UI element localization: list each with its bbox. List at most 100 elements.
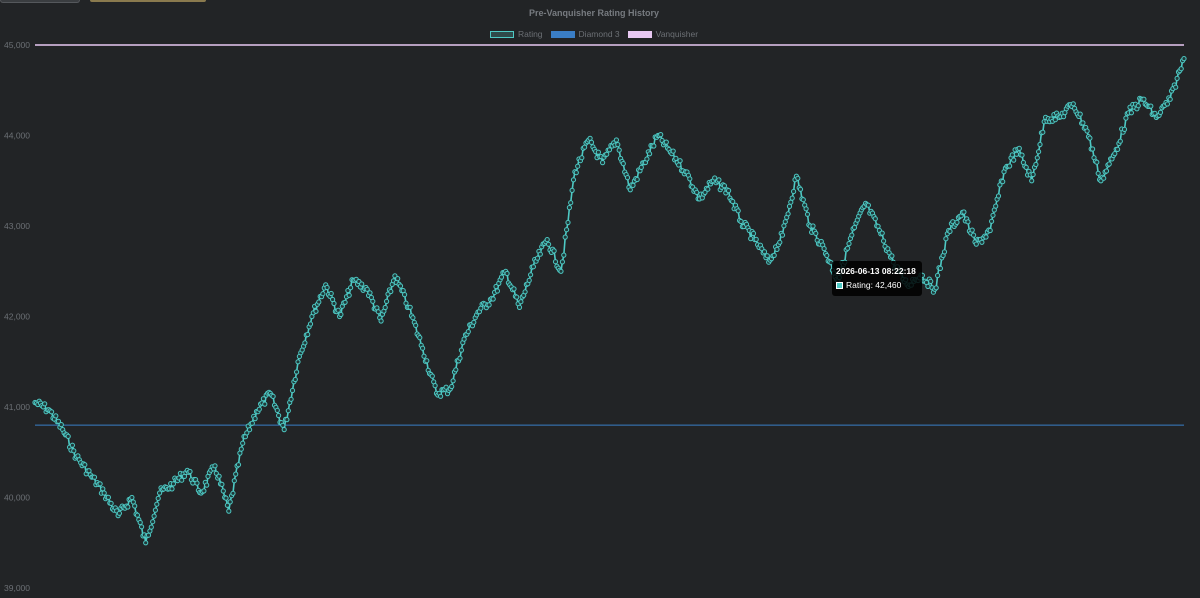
rating-point xyxy=(990,212,996,218)
rating-point xyxy=(134,512,140,518)
rating-point xyxy=(565,219,571,226)
rating-point xyxy=(457,355,463,361)
rating-point xyxy=(179,477,185,483)
rating-point xyxy=(813,230,819,236)
rating-point xyxy=(139,524,145,530)
rating-point xyxy=(943,236,949,242)
rating-point xyxy=(1094,159,1100,165)
rating-point xyxy=(420,345,426,351)
rating-point xyxy=(335,307,341,313)
rating-point xyxy=(606,147,613,153)
rating-point xyxy=(872,216,878,222)
rating-point xyxy=(91,474,98,480)
rating-point xyxy=(726,188,732,194)
rating-point xyxy=(624,175,631,181)
tooltip-row: Rating: 42,460 xyxy=(836,278,916,292)
rating-point xyxy=(169,486,175,492)
rating-point xyxy=(595,149,602,155)
rating-point xyxy=(313,308,319,314)
rating-point xyxy=(800,197,806,203)
rating-point xyxy=(288,396,294,402)
rating-point xyxy=(274,407,280,413)
rating-point xyxy=(1011,157,1017,163)
reference-lines xyxy=(35,44,1184,426)
rating-point xyxy=(748,236,754,242)
rating-point xyxy=(42,401,48,407)
rating-point xyxy=(561,252,567,258)
rating-point xyxy=(1007,163,1013,169)
rating-point xyxy=(129,494,135,501)
rating-point xyxy=(1000,179,1006,185)
rating-point xyxy=(1121,126,1128,132)
rating-point xyxy=(233,471,239,477)
rating-point xyxy=(132,503,138,509)
rating-point xyxy=(471,319,477,325)
rating-point xyxy=(1030,171,1036,178)
rating-point xyxy=(216,473,222,479)
rating-point xyxy=(125,504,131,510)
rating-point xyxy=(514,294,520,300)
rating-point xyxy=(797,186,804,192)
rating-point xyxy=(750,230,757,237)
rating-point xyxy=(600,160,606,166)
rating-point xyxy=(1112,151,1118,157)
rating-point xyxy=(786,203,793,209)
rating-point xyxy=(407,304,413,310)
rating-point xyxy=(395,276,401,282)
rating-point xyxy=(212,463,218,469)
rating-series[interactable] xyxy=(32,56,1187,546)
rating-point xyxy=(320,291,326,297)
rating-point xyxy=(987,227,993,234)
y-axis: 39,000 40,000 41,000 42,000 43,000 44,000 45,0… xyxy=(4,40,30,593)
rating-point xyxy=(1103,168,1110,174)
rating-point xyxy=(359,281,365,287)
rating-point xyxy=(558,268,564,274)
rating-point xyxy=(256,406,262,412)
rating-point xyxy=(947,228,953,234)
rating-point xyxy=(889,253,895,259)
rating-point xyxy=(528,272,534,278)
rating-point xyxy=(735,208,741,214)
chart-canvas[interactable]: 39,000 40,000 41,000 42,000 43,000 44,000 45,0… xyxy=(0,0,1200,598)
rating-point xyxy=(933,285,939,291)
y-tick-label: 41,000 xyxy=(4,402,30,412)
rating-point xyxy=(627,187,633,193)
rating-point xyxy=(753,236,759,242)
rating-point xyxy=(1148,103,1154,109)
rating-point xyxy=(150,519,156,525)
rating-point xyxy=(402,292,408,298)
rating-point xyxy=(143,540,149,546)
rating-point xyxy=(764,253,770,259)
rating-point xyxy=(570,177,577,183)
y-tick-label: 44,000 xyxy=(4,131,30,141)
rating-point xyxy=(453,367,459,373)
rating-point xyxy=(187,468,193,475)
rating-point xyxy=(851,224,858,231)
rating-point xyxy=(1077,111,1083,117)
rating-point xyxy=(1174,75,1180,82)
rating-point xyxy=(1009,152,1015,158)
rating-point xyxy=(803,206,809,212)
rating-point xyxy=(928,278,934,284)
rating-point xyxy=(1117,138,1123,144)
rating-point xyxy=(1080,120,1086,126)
rating-point xyxy=(1123,115,1129,121)
rating-point xyxy=(276,412,282,419)
rating-point xyxy=(384,298,390,304)
rating-point xyxy=(97,481,103,487)
tooltip-swatch xyxy=(836,281,843,289)
rating-point xyxy=(194,480,200,486)
rating-point xyxy=(995,193,1002,199)
rating-point xyxy=(638,164,644,170)
rating-point xyxy=(973,241,979,247)
rating-point xyxy=(450,378,456,384)
rating-point xyxy=(1016,145,1022,151)
rating-point xyxy=(116,510,123,516)
rating-point xyxy=(49,409,55,415)
rating-point xyxy=(82,462,88,468)
rating-point xyxy=(346,292,352,298)
rating-point xyxy=(328,290,334,297)
rating-point xyxy=(534,255,541,261)
rating-point xyxy=(777,239,783,245)
rating-point xyxy=(774,246,780,252)
